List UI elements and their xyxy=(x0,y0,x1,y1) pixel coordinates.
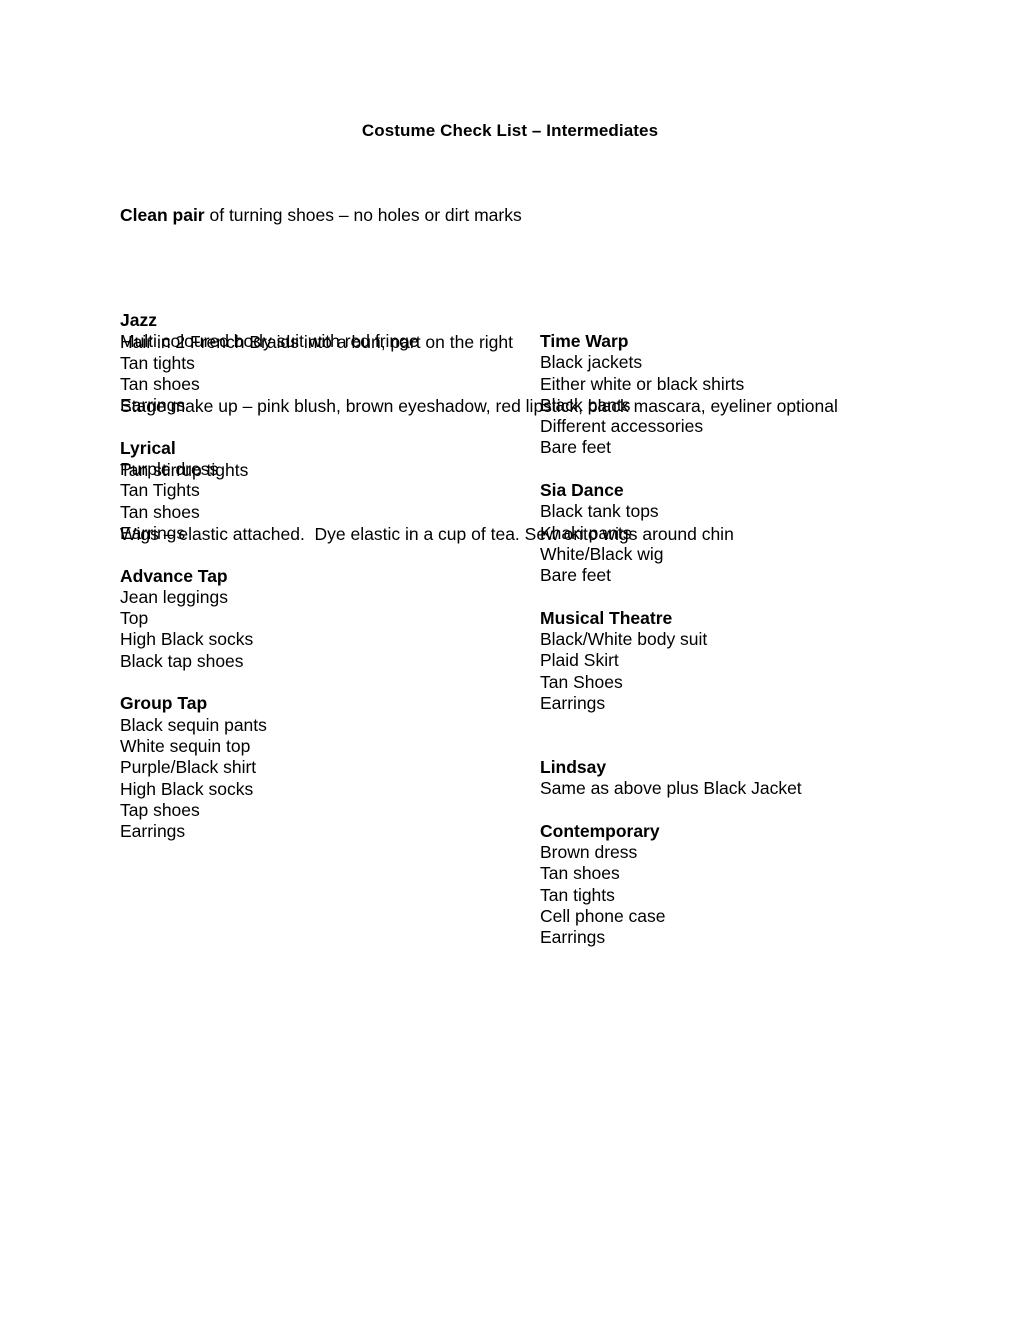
section-heading-group-tap: Group Tap xyxy=(120,693,208,714)
list-item: Purple dress xyxy=(120,459,219,480)
list-item: Black pants xyxy=(540,394,631,415)
list-item: Tan Tights xyxy=(120,480,200,501)
section-sia-dance: Sia Dance Black tank tops Khaki pants Wh… xyxy=(540,480,960,586)
list-item: Black jackets xyxy=(540,352,643,373)
list-item: Tap shoes xyxy=(120,799,200,820)
list-item: Cell phone case xyxy=(540,906,666,927)
list-item: Top xyxy=(120,608,149,629)
list-item: Different accessories xyxy=(540,416,704,437)
section-heading-time-warp: Time Warp xyxy=(540,331,629,351)
list-item: Earrings xyxy=(120,522,186,543)
list-item: Earrings xyxy=(120,821,186,842)
left-column: Jazz Multi coloured body suit with red f… xyxy=(120,310,520,842)
list-item: Tan shoes xyxy=(120,373,200,394)
list-item: Plaid Skirt xyxy=(540,650,619,671)
section-heading-contemporary: Contemporary xyxy=(540,820,660,841)
list-item: Black tap shoes xyxy=(120,650,244,671)
section-lyrical: Lyrical Purple dress Tan Tights Tan shoe… xyxy=(120,438,520,544)
right-column: Time Warp Black jackets Either white or … xyxy=(540,331,960,949)
list-item: Bare feet xyxy=(540,437,612,458)
list-item: Multi coloured body suit with red fringe xyxy=(120,331,419,352)
list-item: Khaki pants xyxy=(540,522,632,543)
list-item: Earrings xyxy=(540,927,606,948)
list-item: Jean leggings xyxy=(120,586,228,607)
section-lindsay: Lindsay Same as above plus Black Jacket xyxy=(540,757,960,800)
intro-spacer xyxy=(120,268,920,289)
list-item: Tan shoes xyxy=(540,863,620,884)
section-heading-lindsay: Lindsay xyxy=(540,756,607,777)
list-item: Black tank tops xyxy=(540,501,659,522)
list-item: Same as above plus Black Jacket xyxy=(540,778,802,799)
list-item: Tan tights xyxy=(120,352,195,373)
list-item: High Black socks xyxy=(120,629,254,650)
list-item: Either white or black shirts xyxy=(540,373,745,394)
section-musical-theatre: Musical Theatre Black/White body suit Pl… xyxy=(540,608,960,714)
section-contemporary: Contemporary Brown dress Tan shoes Tan t… xyxy=(540,821,960,949)
list-item: White sequin top xyxy=(120,735,251,756)
section-heading-sia-dance: Sia Dance xyxy=(540,480,624,501)
section-heading-jazz: Jazz xyxy=(120,310,157,330)
list-item: Bare feet xyxy=(540,565,612,586)
list-item: Tan shoes xyxy=(120,501,200,522)
section-advance-tap: Advance Tap Jean leggings Top High Black… xyxy=(120,566,520,672)
section-heading-musical-theatre: Musical Theatre xyxy=(540,607,673,628)
list-item: Tan Shoes xyxy=(540,671,623,692)
document-title: Costume Check List – Intermediates xyxy=(361,121,659,140)
clean-pair-line: Clean pair of turning shoes – no holes o… xyxy=(120,205,920,226)
list-item: High Black socks xyxy=(120,778,254,799)
list-item: Earrings xyxy=(540,693,606,714)
list-item: White/Black wig xyxy=(540,543,664,564)
list-item: Purple/Black shirt xyxy=(120,757,257,778)
section-group-tap: Group Tap Black sequin pants White sequi… xyxy=(120,693,520,842)
list-item: Black sequin pants xyxy=(120,714,267,735)
list-item: Black/White body suit xyxy=(540,629,708,650)
list-item: Tan tights xyxy=(540,884,615,905)
clean-pair-rest: of turning shoes – no holes or dirt mark… xyxy=(204,204,522,225)
section-jazz: Jazz Multi coloured body suit with red f… xyxy=(120,310,520,416)
section-heading-lyrical: Lyrical xyxy=(120,437,176,458)
section-heading-advance-tap: Advance Tap xyxy=(120,565,228,586)
document-page: Costume Check List – Intermediates Clean… xyxy=(0,0,1020,1320)
list-item: Brown dress xyxy=(540,842,638,863)
clean-pair-emphasis: Clean pair xyxy=(120,204,205,225)
section-time-warp: Time Warp Black jackets Either white or … xyxy=(540,331,960,459)
list-item: Earrings xyxy=(120,395,186,416)
